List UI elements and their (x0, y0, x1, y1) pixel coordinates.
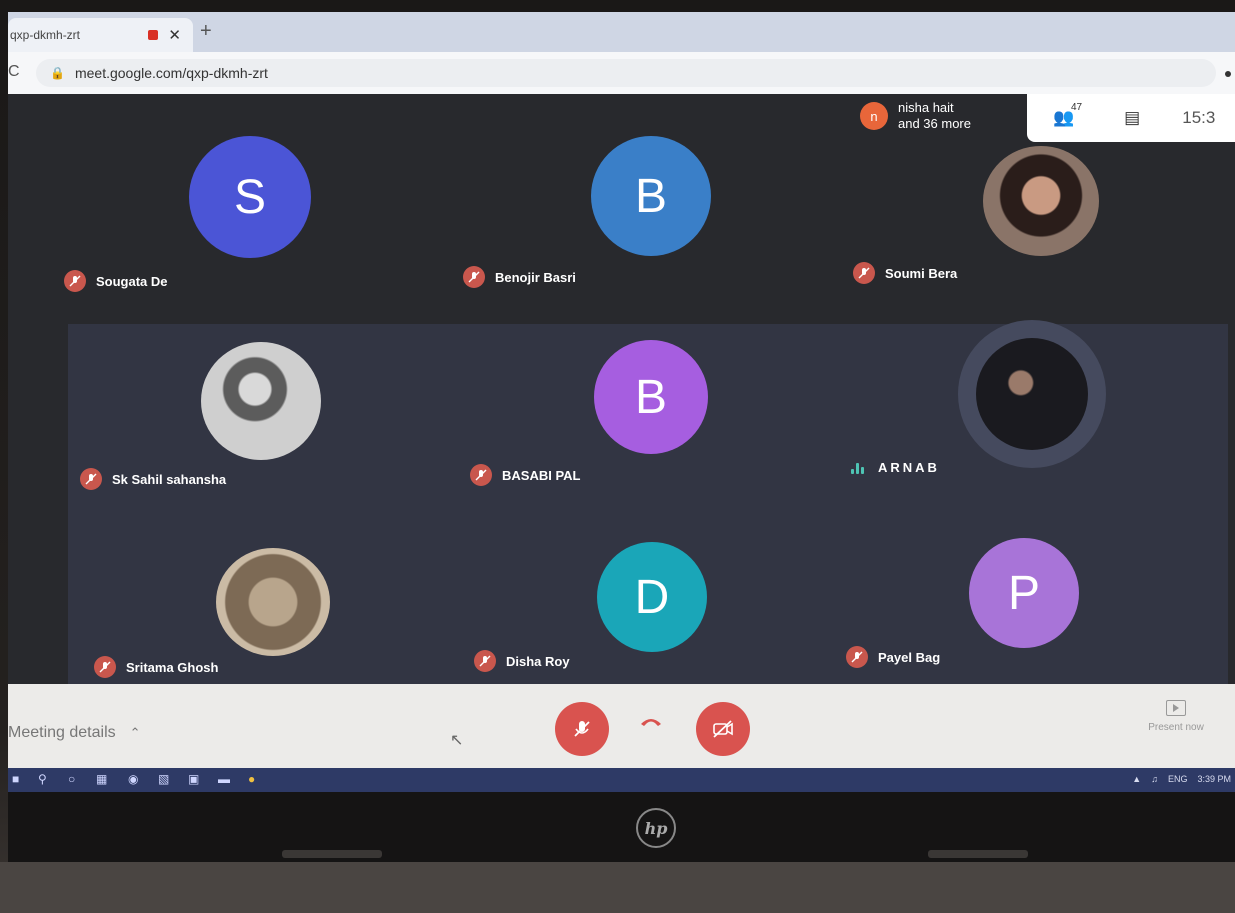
mic-off-icon (80, 468, 102, 490)
participant-name: Benojir Basri (463, 266, 576, 288)
mic-off-icon (574, 721, 590, 737)
clock: 15:3 (1182, 108, 1216, 127)
participant-avatar: B (594, 340, 708, 454)
present-icon (1166, 700, 1186, 716)
participant-name: ARNAB (851, 460, 940, 475)
participant-name: BASABI PAL (470, 464, 580, 486)
participant-name-label: BASABI PAL (502, 467, 581, 483)
participant-avatar: B (591, 136, 711, 256)
cortana-icon[interactable]: ○ (68, 772, 75, 786)
meeting-control-bar: Meeting details ⌃ ↖ Present now (8, 684, 1235, 768)
presence-line-1: nisha hait (898, 100, 954, 115)
presence-indicator: n nisha hait and 36 more (860, 100, 971, 132)
participant-count: 47 (1071, 102, 1083, 113)
people-icon[interactable]: 👥 47 (1053, 102, 1082, 128)
reload-icon[interactable]: C (8, 63, 20, 81)
chat-icon[interactable]: ▤ (1124, 108, 1140, 128)
address-bar[interactable]: 🔒 meet.google.com/qxp-dkmh-zrt (36, 59, 1216, 87)
speaking-indicator-icon (851, 462, 866, 474)
task-view-icon[interactable]: ▦ (96, 772, 107, 786)
participant-name-label: Benojir Basri (495, 269, 576, 285)
participant-photo (983, 146, 1099, 256)
system-tray: ▲ ♫ ENG 3:39 PM (1132, 774, 1231, 784)
search-icon[interactable]: ⚲ (38, 772, 47, 786)
browser-tab[interactable]: qxp-dkmh-zrt ✕ (8, 18, 193, 52)
laptop-deck (0, 862, 1235, 913)
laptop-screen: qxp-dkmh-zrt ✕ + C 🔒 meet.google.com/qxp… (8, 12, 1235, 792)
tab-close-icon[interactable]: ✕ (168, 26, 181, 44)
meeting-details-label: Meeting details (8, 724, 116, 741)
participant-photo (216, 548, 330, 656)
laptop-foot-left (282, 850, 382, 858)
mouse-cursor-icon: ↖ (450, 732, 464, 749)
mic-off-icon (474, 650, 496, 672)
chrome-icon[interactable]: ● (248, 772, 255, 786)
participant-avatar: P (969, 538, 1079, 648)
participant-name: Sritama Ghosh (94, 656, 218, 678)
presence-line-2: and 36 more (898, 116, 971, 131)
mic-off-icon (463, 266, 485, 288)
mic-off-icon (846, 646, 868, 668)
address-bar-row: C 🔒 meet.google.com/qxp-dkmh-zrt (8, 52, 1235, 94)
browser-tab-bar: qxp-dkmh-zrt ✕ + (8, 12, 1235, 52)
microphone-toggle-button[interactable] (555, 702, 609, 756)
mic-off-icon (470, 464, 492, 486)
laptop-foot-right (928, 850, 1028, 858)
chevron-up-icon: ⌃ (129, 725, 141, 740)
participant-avatar: S (189, 136, 311, 258)
new-tab-button[interactable]: + (200, 20, 212, 43)
language-indicator[interactable]: ENG (1168, 774, 1188, 784)
participant-name-label: Sk Sahil sahansha (112, 471, 227, 487)
leave-call-button[interactable] (639, 714, 663, 732)
mic-off-icon (853, 262, 875, 284)
participant-avatar: D (597, 542, 707, 652)
start-icon[interactable]: ■ (12, 772, 19, 786)
laptop-hinge (8, 792, 1235, 862)
participant-name: Soumi Bera (853, 262, 957, 284)
participant-name: Payel Bag (846, 646, 940, 668)
camera-off-icon (713, 720, 733, 738)
participant-name-label: Disha Roy (506, 653, 570, 669)
extension-icon[interactable] (1225, 71, 1231, 77)
meeting-top-card: 👥 47 ▤ 15:3 (1027, 94, 1235, 142)
participant-name-label: Sougata De (96, 273, 168, 289)
tray-clock[interactable]: 3:39 PM (1197, 774, 1231, 784)
mic-off-icon (94, 656, 116, 678)
tab-title: qxp-dkmh-zrt (10, 28, 81, 42)
participant-photo (201, 342, 321, 460)
meeting-details-button[interactable]: Meeting details ⌃ (8, 724, 141, 742)
url-text: meet.google.com/qxp-dkmh-zrt (74, 65, 268, 81)
participant-name-label: Sritama Ghosh (126, 659, 219, 675)
store-icon[interactable]: ▣ (188, 772, 199, 786)
participant-name-label: Payel Bag (878, 649, 941, 665)
participant-name: Sougata De (64, 270, 168, 292)
hang-up-icon (641, 719, 661, 726)
recording-indicator-icon (148, 30, 159, 40)
present-now-button[interactable]: Present now (1136, 700, 1216, 733)
participant-name: Disha Roy (474, 650, 570, 672)
meeting-grid: n nisha hait and 36 more 👥 47 ▤ 15:3 S So… (8, 94, 1235, 684)
camera-toggle-button[interactable] (696, 702, 750, 756)
mic-off-icon (64, 270, 86, 292)
network-icon[interactable]: ▲ (1132, 774, 1141, 784)
lock-icon: 🔒 (50, 66, 65, 80)
presence-avatar: n (860, 102, 888, 130)
file-explorer-icon[interactable]: ▧ (158, 772, 169, 786)
presence-text: nisha hait and 36 more (898, 100, 971, 132)
windows-taskbar: ■ ⚲ ○ ▦ ◉ ▧ ▣ ▬ ● ▲ ♫ ENG 3:39 PM (8, 768, 1235, 792)
participant-name: Sk Sahil sahansha (80, 468, 226, 490)
mail-icon[interactable]: ▬ (218, 772, 230, 786)
volume-icon[interactable]: ♫ (1151, 774, 1158, 784)
participant-photo (976, 338, 1088, 450)
participant-name-label: ARNAB (878, 460, 940, 475)
participant-name-label: Soumi Bera (885, 265, 958, 281)
edge-icon[interactable]: ◉ (128, 772, 138, 786)
present-now-label: Present now (1148, 722, 1204, 733)
hp-logo: hp (636, 808, 676, 848)
